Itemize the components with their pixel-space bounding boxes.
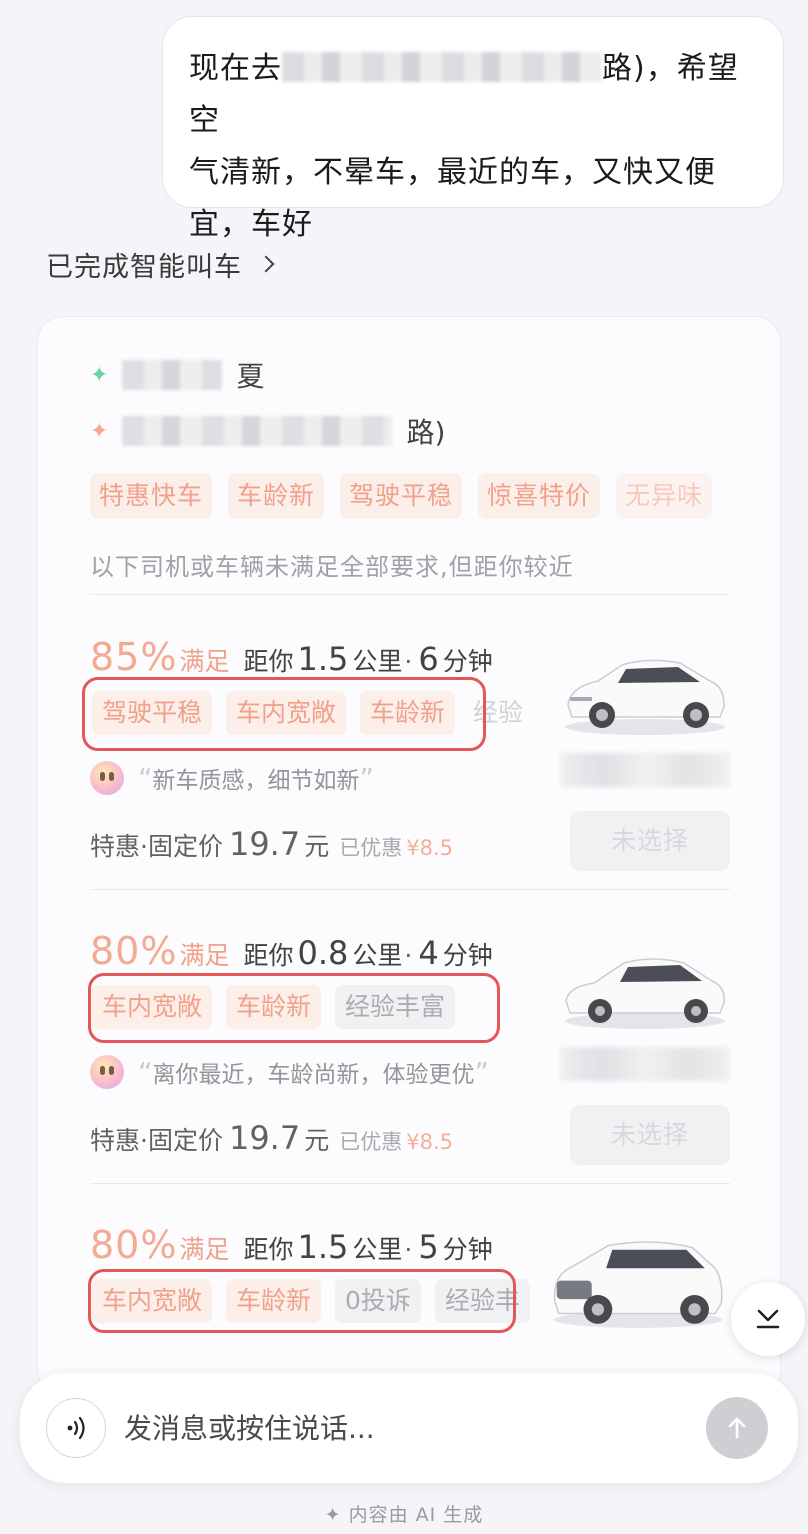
- select-button[interactable]: 未选择: [570, 811, 730, 871]
- message-input-bar: [20, 1373, 798, 1483]
- pref-tag: 无异味: [616, 473, 713, 519]
- ride-status-row[interactable]: 已完成智能叫车: [46, 242, 275, 286]
- assistant-emoji-icon: [90, 761, 124, 795]
- sparkle-end-icon: ✦: [90, 418, 109, 444]
- match-line: 85% 满足 距你 1.5 公里 · 6 分钟: [90, 635, 493, 679]
- arrow-up-icon: [728, 1417, 746, 1439]
- scroll-to-bottom-button[interactable]: [731, 1282, 805, 1356]
- user-message-bubble: 现在去 路)，希望空 气清新，不晕车，最近的车，又快又便 宜，车好: [162, 16, 784, 242]
- notice-text: 以下司机或车辆未满足全部要求,但距你较近: [90, 553, 574, 581]
- voice-wave-icon: [67, 1416, 85, 1440]
- divider: [90, 889, 730, 890]
- car-image: [553, 1241, 723, 1328]
- driver-option-2[interactable]: 80% 满足 距你 0.8 公里 · 4 分钟 车内宽敞 车龄新 经验丰富 “离…: [88, 929, 730, 1209]
- car-image: [565, 659, 725, 735]
- redacted-plate: [560, 753, 730, 787]
- select-button[interactable]: 未选择: [570, 1105, 730, 1165]
- pref-tag: 特惠快车: [90, 473, 213, 519]
- route-end: ✦ 路): [90, 416, 446, 449]
- ride-card: ✦ 夏 ✦ 路) 特惠快车 车龄新 驾驶平稳 惊喜特价 无异味 以下司机或车辆未…: [37, 316, 781, 1396]
- sparkle-start-icon: ✦: [90, 362, 109, 388]
- match-line: 80% 满足 距你 0.8 公里 · 4 分钟: [90, 929, 493, 973]
- highlight-outline: [88, 1269, 516, 1333]
- driver-quote: “离你最近，车龄尚新，体验更优”: [90, 1055, 489, 1089]
- chevron-right-icon: [257, 255, 275, 273]
- user-message-line-2: 气清新，不晕车，最近的车，又快又便: [189, 155, 716, 190]
- pref-tag: 驾驶平稳: [340, 473, 463, 519]
- divider: [90, 594, 730, 595]
- assistant-emoji-icon: [90, 1055, 124, 1089]
- match-line: 80% 满足 距你 1.5 公里 · 5 分钟: [90, 1223, 493, 1267]
- redacted-plate: [560, 1047, 730, 1081]
- message-input[interactable]: [124, 1401, 684, 1455]
- driver-option-1[interactable]: 85% 满足 距你 1.5 公里 · 6 分钟 驾驶平稳 车内宽敞 车龄新 经验…: [82, 635, 730, 915]
- driver-quote: “新车质感，细节如新”: [90, 761, 374, 795]
- pref-tag: 惊喜特价: [478, 473, 601, 519]
- user-message-line-1: 现在去 路)，希望空: [189, 51, 739, 138]
- price-line: 特惠·固定价 19.7 元 已优惠 ¥8.5: [90, 1119, 453, 1157]
- redacted-destination: [282, 52, 602, 82]
- pref-tag: 车龄新: [228, 473, 325, 519]
- redacted-end: [122, 416, 393, 446]
- highlight-outline: [88, 973, 500, 1043]
- voice-input-button[interactable]: [46, 1398, 106, 1458]
- highlight-outline: [82, 677, 486, 751]
- preference-tags: 特惠快车 车龄新 驾驶平稳 惊喜特价 无异味: [90, 473, 730, 519]
- ride-status-label: 已完成智能叫车: [46, 251, 242, 283]
- divider: [90, 1183, 730, 1184]
- chevron-down-icon: [756, 1309, 780, 1329]
- route-start: ✦ 夏: [90, 360, 265, 393]
- user-message-line-3: 宜，车好: [189, 207, 313, 242]
- car-image: [565, 958, 725, 1029]
- driver-option-3[interactable]: 80% 满足 距你 1.5 公里 · 5 分钟 车内宽敞 车龄新 0投诉 经验丰: [88, 1223, 730, 1395]
- ai-disclaimer: ✦ 内容由 AI 生成: [324, 1504, 484, 1526]
- price-line: 特惠·固定价 19.7 元 已优惠 ¥8.5: [90, 825, 453, 863]
- send-button[interactable]: [706, 1397, 768, 1459]
- redacted-start: [122, 360, 223, 390]
